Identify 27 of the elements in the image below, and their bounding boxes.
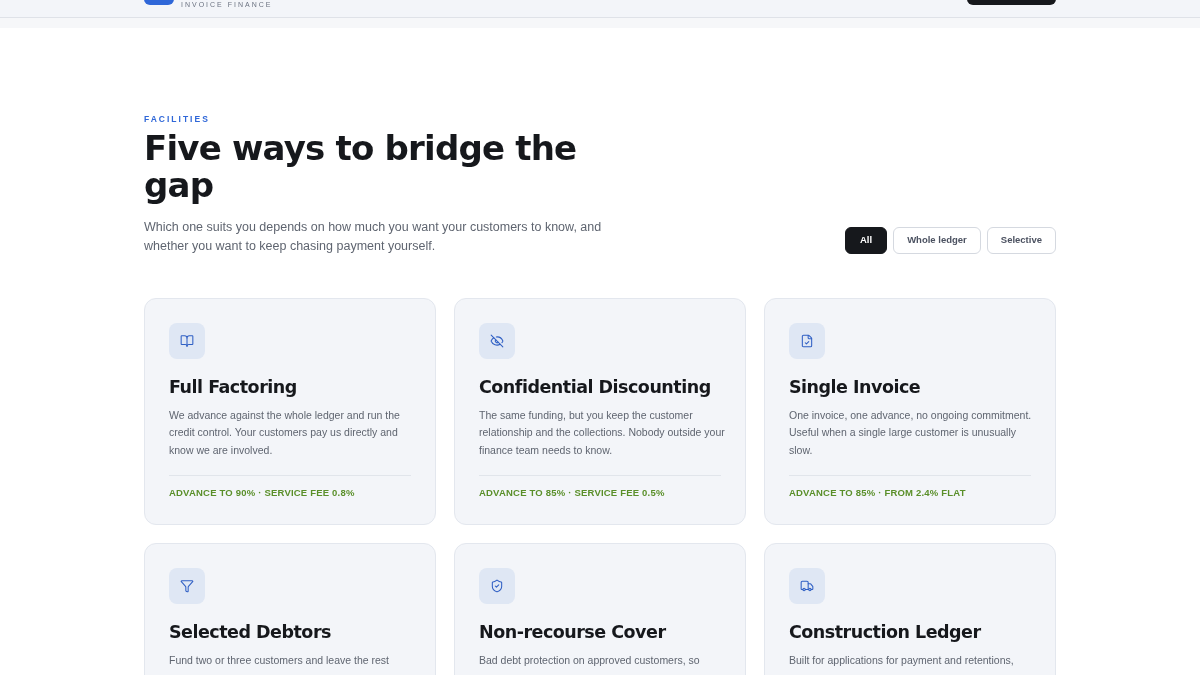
section-eyebrow: FACILITIES [144,113,211,126]
book-icon [180,333,194,348]
section-intro: Which one suits you depends on how much you want your customers to know, and whether you want to keep chasing payment yourself. [144,218,603,255]
card-description: The same funding, but you keep the customer relationship and the collections. Nobody outside your finance team needs to know. [479,407,726,458]
file-check-icon [800,333,814,348]
card-description: We advance against the whole ledger and run the credit control. Your customers pay us directly and know we are involved. [169,407,401,458]
filter-chip[interactable]: Whole ledger [893,226,981,254]
card-title: Full Factoring [169,375,298,399]
card-description: Fund two or three customers and leave the rest [169,652,391,668]
card-description: Bad debt protection on approved customers, so [479,652,701,668]
card-title: Confidential Discounting [479,375,712,399]
filter-icon [180,578,194,593]
card-title: Non-recourse Cover [479,620,667,644]
card-description: Built for applications for payment and retentions, [789,652,1015,668]
section-title: Five ways to bridge the gap [144,129,578,204]
filter-chip[interactable]: All [845,226,888,254]
card-title: Single Invoice [789,375,922,399]
card-terms: ADVANCE TO 85% · SERVICE FEE 0.5% [479,485,666,500]
card-title: Selected Debtors [169,620,332,644]
card-description: One invoice, one advance, no ongoing commitment. Useful when a single large customer is unusually slow. [789,407,1033,458]
card-title: Construction Ledger [789,620,982,644]
shield-check-icon [490,578,504,593]
card-terms: ADVANCE TO 90% · SERVICE FEE 0.8% [169,485,356,500]
filter-chip[interactable]: Selective [986,226,1056,254]
card-terms: ADVANCE TO 85% · FROM 2.4% FLAT [789,485,967,500]
eye-off-icon [490,333,504,348]
truck-icon [800,578,814,593]
